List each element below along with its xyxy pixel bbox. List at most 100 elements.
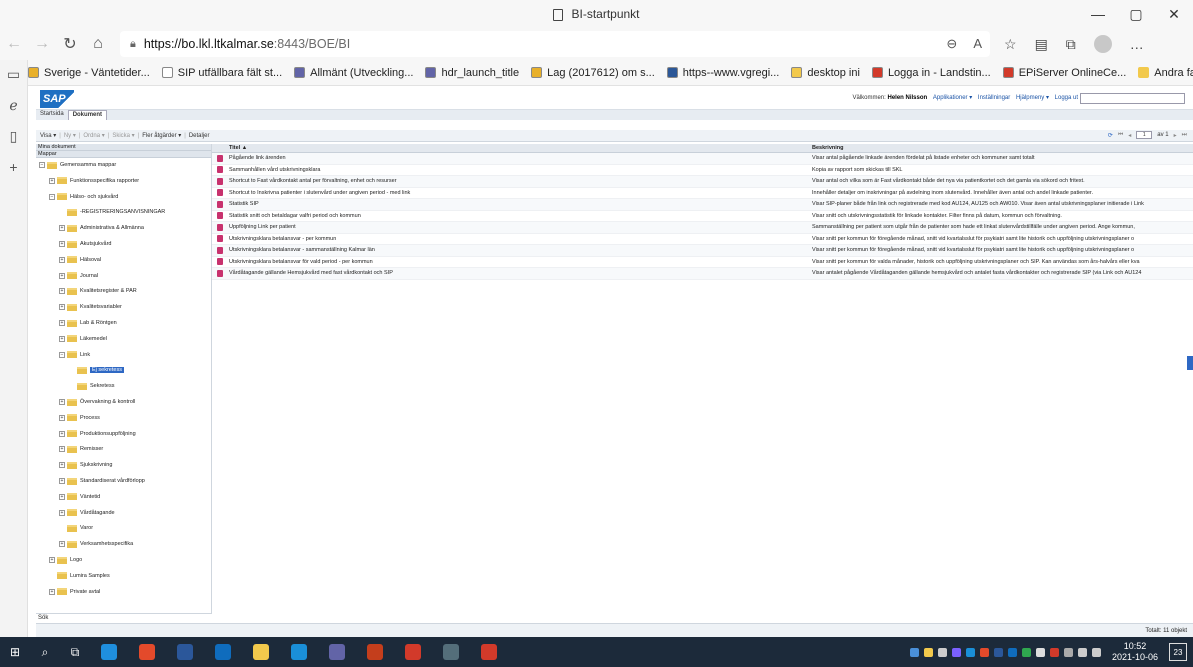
favorite-item[interactable]: desktop ini xyxy=(791,67,860,79)
tree-node[interactable]: + Övervakning & kontroll xyxy=(59,397,135,407)
app-red2-icon[interactable] xyxy=(481,644,497,660)
collapse-icon[interactable]: − xyxy=(59,351,65,358)
tree-node[interactable]: + Läkemedel xyxy=(59,334,107,344)
ie-icon[interactable]: ℯ xyxy=(9,97,17,114)
volume-icon[interactable] xyxy=(1063,647,1073,657)
expand-icon[interactable]: + xyxy=(59,541,65,548)
tree-node[interactable]: + Journal xyxy=(59,271,98,281)
back-icon[interactable]: ← xyxy=(0,35,28,53)
tree-node[interactable]: Ej sekretess xyxy=(69,365,124,375)
collapse-handle[interactable] xyxy=(1187,356,1193,370)
expand-icon[interactable]: + xyxy=(49,588,55,595)
table-row[interactable]: Utskrivningsklara betalansvar - per komm… xyxy=(212,234,1193,245)
expand-icon[interactable]: + xyxy=(59,256,65,263)
header-search-input[interactable] xyxy=(1080,93,1185,104)
document-title[interactable]: Statistik SIP xyxy=(227,199,810,210)
tree-node[interactable]: + Process xyxy=(59,413,100,423)
tray-alert-icon[interactable] xyxy=(1049,647,1059,657)
tree-node[interactable]: + Funktionsspecifika rapporter xyxy=(49,176,139,186)
more-actions-menu[interactable]: Fler åtgärder ▾ xyxy=(142,132,181,139)
windows-start-icon[interactable]: ⊞ xyxy=(4,643,26,661)
edge-icon[interactable] xyxy=(101,644,117,660)
expand-icon[interactable]: + xyxy=(59,462,65,469)
table-row[interactable]: Sammanhållen vård utskrivningsklara Kopia… xyxy=(212,165,1193,176)
collections-icon[interactable]: ▤ xyxy=(1035,36,1048,53)
tree-header[interactable]: Mina dokument xyxy=(36,144,211,151)
zoom-icon[interactable]: ⊖ xyxy=(946,36,957,52)
tree-node[interactable]: + Verksamhetsspecifika xyxy=(59,539,133,549)
expand-icon[interactable]: + xyxy=(59,304,65,311)
document-title[interactable]: Uppföljning Link per patient xyxy=(227,222,810,233)
avatar[interactable] xyxy=(1093,35,1112,53)
table-row[interactable]: Pågående link ärenden Visar antal pågåend… xyxy=(212,153,1193,165)
tray-mail-icon[interactable] xyxy=(923,647,933,657)
tray-chrome-icon[interactable] xyxy=(979,647,989,657)
document-title[interactable]: Sammanhållen vård utskrivningsklara xyxy=(227,165,810,176)
tree-node[interactable]: + Kvalitetsregister & PAR xyxy=(59,286,137,296)
tab-actions-icon[interactable]: ▭ xyxy=(7,66,20,83)
favorite-item[interactable]: EPiServer OnlineCe... xyxy=(1002,67,1126,79)
table-row[interactable]: Statistik SIP Visar SIP-planer både från … xyxy=(212,199,1193,211)
tab-startsida[interactable]: Startsida xyxy=(36,110,68,120)
table-row[interactable]: Shortcut to Fast vårdkontakt antal per f… xyxy=(212,176,1193,188)
table-row[interactable]: Utskrivningsklara betalansvar - sammanst… xyxy=(212,245,1193,257)
tree-node[interactable]: + Lab & Röntgen xyxy=(59,318,117,328)
expand-icon[interactable]: + xyxy=(59,320,65,326)
extensions-icon[interactable]: ⧉ xyxy=(1066,36,1076,53)
home-icon[interactable]: ⌂ xyxy=(84,35,112,53)
task-view-icon[interactable]: ⧉ xyxy=(64,643,86,661)
powerpoint-icon[interactable] xyxy=(367,644,383,660)
column-description[interactable]: Beskrivning xyxy=(810,144,1193,152)
tree-node[interactable]: + Remisser xyxy=(59,444,103,454)
search-icon[interactable]: ⌕ xyxy=(34,643,56,661)
tree-node[interactable]: + Logo xyxy=(49,555,82,565)
tray-teams-icon[interactable] xyxy=(951,647,961,657)
refresh-list-icon[interactable]: ⟳ xyxy=(1108,132,1113,139)
favorite-item[interactable]: https--www.vgregi... xyxy=(666,67,779,79)
other-favorites[interactable]: Andra favoriter xyxy=(1138,67,1193,79)
word-icon[interactable] xyxy=(177,644,193,660)
details-button[interactable]: Detaljer xyxy=(189,133,210,139)
skype-icon[interactable] xyxy=(291,644,307,660)
expand-icon[interactable]: + xyxy=(59,288,65,295)
table-row[interactable]: Shortcut to Inskrivna patienter i sluten… xyxy=(212,188,1193,199)
document-title[interactable]: Vårdåtagande gällande Hemsjukvård med fa… xyxy=(227,268,810,279)
tree-node[interactable]: + Väntetid xyxy=(59,492,100,502)
expand-icon[interactable]: + xyxy=(59,399,65,405)
favorite-item[interactable]: Allmänt (Utveckling... xyxy=(294,67,413,79)
read-aloud-icon[interactable]: A xyxy=(973,36,982,52)
more-icon[interactable]: … xyxy=(1130,36,1144,52)
view-menu[interactable]: Visa ▾ xyxy=(40,132,56,139)
tray-skype-icon[interactable] xyxy=(965,647,975,657)
expand-icon[interactable]: + xyxy=(59,335,65,342)
table-row[interactable]: Statistik snitt och betaldagar valfri pe… xyxy=(212,211,1193,222)
tree-node[interactable]: + Produktionsuppföljning xyxy=(59,429,136,439)
tree-node[interactable]: + Hälsoval xyxy=(59,255,101,265)
tray-bluetooth-icon[interactable] xyxy=(993,647,1003,657)
expand-icon[interactable]: + xyxy=(59,509,65,516)
tree-node[interactable]: Varor xyxy=(59,523,93,533)
url-input[interactable]: 🔒︎ https://bo.lkl.ltkalmar.se:8443/BOE/B… xyxy=(120,31,990,57)
tree-node[interactable]: Sekretess xyxy=(69,381,114,391)
table-row[interactable]: Utskrivningsklara betalansvar för vald p… xyxy=(212,257,1193,268)
new-menu[interactable]: Ny ▾ xyxy=(64,132,76,139)
new-tab-icon[interactable]: + xyxy=(9,159,17,175)
tree-node[interactable]: + Administrativa & Allmänna xyxy=(59,223,144,233)
search-label[interactable]: Sök xyxy=(36,613,212,623)
table-row[interactable]: Uppföljning Link per patient Sammanställn… xyxy=(212,222,1193,234)
clock[interactable]: 10:52 2021-10-06 xyxy=(1112,641,1158,663)
favorites-star-icon[interactable]: ☆ xyxy=(1004,36,1017,53)
tree-node[interactable]: + Vårdåtagande xyxy=(59,508,115,518)
tree-node[interactable]: − Link xyxy=(59,350,90,360)
photos-icon[interactable] xyxy=(443,644,459,660)
first-page-icon[interactable]: ⏮ xyxy=(1118,132,1123,139)
document-title[interactable]: Utskrivningsklara betalansvar - per komm… xyxy=(227,234,810,245)
menu-logout[interactable]: Logga ut xyxy=(1055,95,1078,101)
close-icon[interactable]: ✕ xyxy=(1155,0,1193,28)
expand-icon[interactable]: + xyxy=(59,446,65,453)
expand-icon[interactable]: + xyxy=(59,414,65,421)
document-title[interactable]: Shortcut to Fast vårdkontakt antal per f… xyxy=(227,176,810,187)
menu-help[interactable]: Hjälpmeny ▾ xyxy=(1016,95,1049,101)
outlook-icon[interactable] xyxy=(215,644,231,660)
tree-node[interactable]: + Private avtal xyxy=(49,587,100,597)
